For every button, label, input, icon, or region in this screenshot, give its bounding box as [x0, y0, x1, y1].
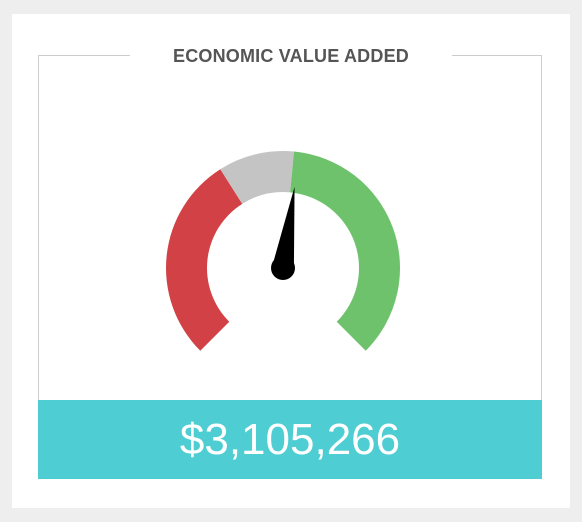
economic-value: $3,105,266 — [179, 414, 401, 464]
economic-value-added-widget: ECONOMIC VALUE ADDED $3,105,266 — [12, 14, 570, 508]
gauge-needle-hub — [271, 256, 295, 280]
gauge-segment-green — [290, 151, 401, 351]
gauge-needle — [271, 186, 295, 280]
gauge-segment-red — [166, 169, 243, 351]
value-banner: $3,105,266 — [38, 400, 542, 479]
